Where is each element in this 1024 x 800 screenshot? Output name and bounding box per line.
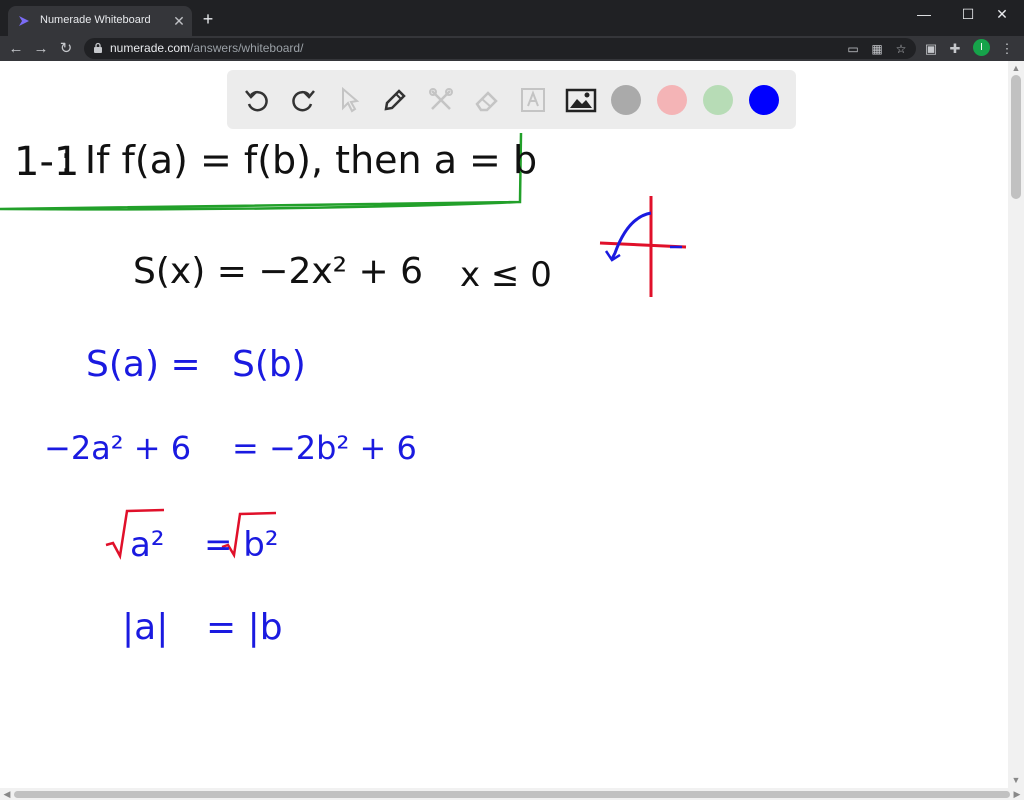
vertical-scroll-thumb[interactable] xyxy=(1011,75,1021,199)
undo-icon[interactable] xyxy=(241,84,273,116)
color-green-swatch[interactable] xyxy=(703,85,733,115)
browser-menu-icon[interactable]: ⋮ xyxy=(997,39,1017,59)
step1-right: S(b) xyxy=(232,344,306,385)
step1-left: S(a) = xyxy=(86,344,201,385)
screen-extension-icon[interactable]: ▣ xyxy=(921,39,941,59)
address-bar[interactable]: numerade.com/answers/whiteboard/ ▭ ▦ ☆ xyxy=(84,38,916,59)
step2-right: = −2b² + 6 xyxy=(232,429,417,467)
whiteboard-canvas[interactable]: 1-1 : If f(a) = f(b), then a = b S(x) = … xyxy=(0,61,1008,788)
browser-toolbar: ← → ↻ numerade.com/answers/whiteboard/ ▭… xyxy=(0,36,1024,61)
cast-icon[interactable]: ▭ xyxy=(844,40,862,58)
forward-icon[interactable]: → xyxy=(31,39,51,59)
minimize-button[interactable]: — xyxy=(902,0,946,28)
url-text: numerade.com/answers/whiteboard/ xyxy=(110,41,303,55)
tools-icon[interactable] xyxy=(425,84,457,116)
vertical-scrollbar[interactable]: ▲ ▼ xyxy=(1008,61,1024,788)
back-icon[interactable]: ← xyxy=(6,39,26,59)
url-host: numerade.com xyxy=(110,41,191,55)
image-icon[interactable] xyxy=(565,84,597,116)
scroll-up-arrow-icon[interactable]: ▲ xyxy=(1011,63,1021,73)
color-red-swatch[interactable] xyxy=(657,85,687,115)
step4-right: = |b xyxy=(206,607,283,648)
horizontal-scroll-thumb[interactable] xyxy=(14,791,1010,798)
lock-icon xyxy=(94,42,102,53)
whiteboard-text: 1-1 : If f(a) = f(b), then a = b S(x) = … xyxy=(14,138,552,648)
text-icon[interactable] xyxy=(517,84,549,116)
profile-avatar[interactable]: I xyxy=(973,39,990,56)
numerade-logo-icon xyxy=(19,16,29,26)
pen-icon[interactable] xyxy=(379,84,411,116)
step3-left: a² xyxy=(130,525,164,565)
extensions-puzzle-icon[interactable]: ✚ xyxy=(945,39,965,59)
color-gray-swatch[interactable] xyxy=(611,85,641,115)
definition-text: : If f(a) = f(b), then a = b xyxy=(60,138,537,182)
tab-title: Numerade Whiteboard xyxy=(40,14,151,26)
scroll-right-arrow-icon[interactable]: ▶ xyxy=(1012,789,1022,799)
whiteboard-toolbar xyxy=(227,70,796,129)
horizontal-scrollbar[interactable]: ◀ ▶ xyxy=(0,788,1024,800)
browser-tab-bar: Numerade Whiteboard ✕ + — ☐ ✕ xyxy=(0,0,1024,36)
step3-right: = b² xyxy=(204,525,279,565)
scroll-left-arrow-icon[interactable]: ◀ xyxy=(2,789,12,799)
reload-icon[interactable]: ↻ xyxy=(56,39,76,59)
tab-close-icon[interactable]: ✕ xyxy=(171,13,187,29)
color-blue-swatch[interactable] xyxy=(749,85,779,115)
function-domain: x ≤ 0 xyxy=(460,255,552,295)
step2-left: −2a² + 6 xyxy=(44,429,191,467)
close-window-button[interactable]: ✕ xyxy=(980,0,1024,28)
step4-left: |a| xyxy=(122,607,168,648)
url-path: /answers/whiteboard/ xyxy=(190,41,304,55)
redo-icon[interactable] xyxy=(287,84,319,116)
function-definition: S(x) = −2x² + 6 xyxy=(133,251,423,292)
new-tab-button[interactable]: + xyxy=(198,9,218,29)
scroll-down-arrow-icon[interactable]: ▼ xyxy=(1011,775,1021,785)
qr-code-icon[interactable]: ▦ xyxy=(868,40,886,58)
bookmark-star-icon[interactable]: ☆ xyxy=(892,40,910,58)
browser-tab[interactable]: Numerade Whiteboard ✕ xyxy=(8,6,192,36)
select-icon[interactable] xyxy=(333,84,365,116)
eraser-icon[interactable] xyxy=(471,84,503,116)
